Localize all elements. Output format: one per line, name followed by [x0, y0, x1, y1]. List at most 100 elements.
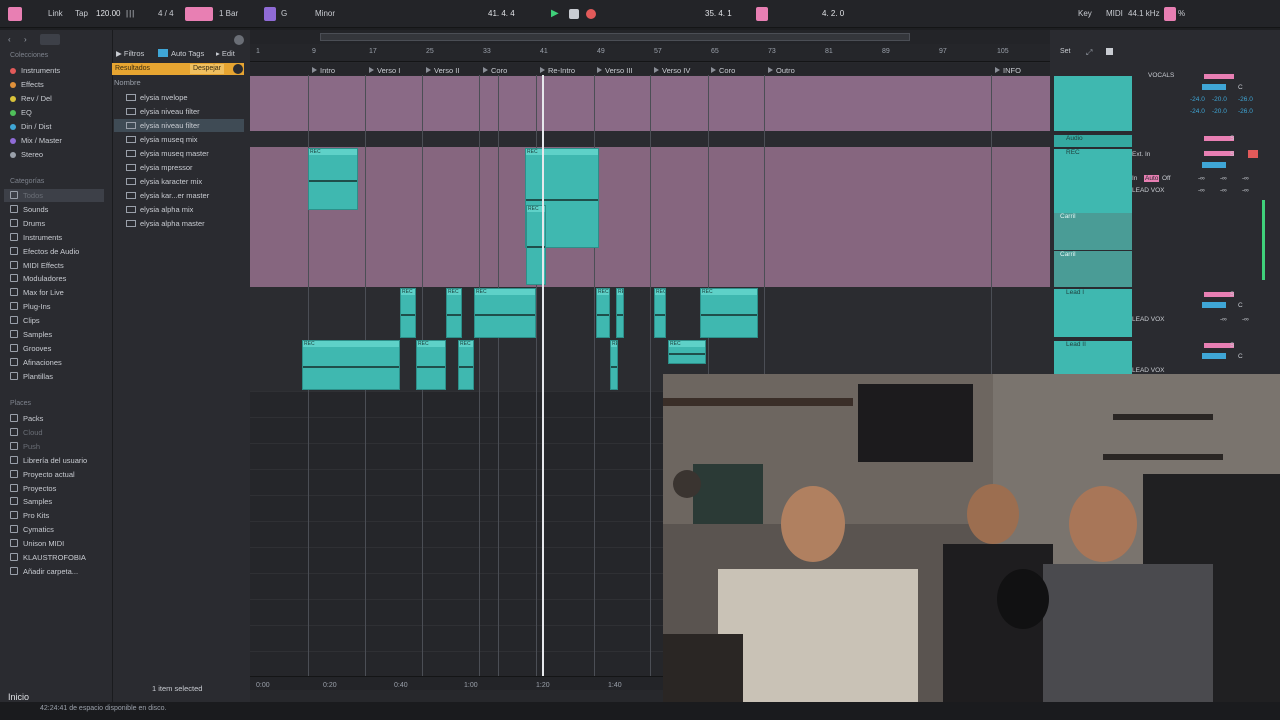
locator-marker[interactable]: Verso II — [426, 66, 459, 75]
collection-item[interactable]: Stereo — [10, 148, 110, 161]
pan-knob[interactable]: C — [1238, 353, 1243, 360]
stop-icon[interactable] — [569, 9, 579, 19]
place-item[interactable]: Packs — [10, 412, 110, 425]
scale-dropdown[interactable]: Minor — [315, 8, 335, 20]
place-item[interactable]: Proyectos — [10, 482, 110, 495]
lead-i-track-header[interactable]: Lead I — [1054, 289, 1132, 337]
locator-marker[interactable]: Outro — [768, 66, 795, 75]
scale-mode-icon[interactable] — [264, 7, 276, 21]
browser-file-item[interactable]: elysia niveau filter — [114, 105, 244, 118]
solo-button[interactable]: S — [1230, 291, 1234, 298]
audio-track-header[interactable]: Audio — [1054, 135, 1132, 147]
send-b[interactable]: -∞ — [1242, 316, 1249, 323]
place-item[interactable]: Proyecto actual — [10, 468, 110, 481]
category-item[interactable]: Afinaciones — [10, 356, 110, 369]
link-button[interactable]: Link — [48, 8, 63, 20]
category-item[interactable]: Efectos de Audio — [10, 245, 110, 258]
midi-map-button[interactable]: MIDI — [1106, 8, 1123, 20]
overview-strip[interactable] — [250, 30, 1050, 44]
lead-ii-track-header[interactable]: Lead II — [1054, 341, 1132, 375]
send-b[interactable]: -∞ — [1220, 187, 1227, 194]
metronome-icon[interactable]: ||| — [126, 8, 135, 20]
place-item[interactable]: KLAUSTROFOBIA — [10, 551, 110, 564]
rec-track-header[interactable]: REC — [1054, 149, 1132, 213]
song-position-field[interactable]: 41. 4. 4 — [488, 8, 515, 20]
audio-clip[interactable]: REC — [416, 340, 446, 390]
locator-marker[interactable]: Coro — [483, 66, 507, 75]
name-column-header[interactable]: Nombre — [114, 78, 141, 87]
place-item[interactable]: Cloud — [10, 426, 110, 439]
browser-file-item[interactable]: elysia museq master — [114, 147, 244, 160]
output-routing-dropdown[interactable]: LEAD VOX — [1132, 316, 1165, 323]
arm-record-button[interactable] — [1248, 150, 1258, 158]
audio-clip[interactable]: REC — [654, 288, 666, 338]
lock-icon[interactable] — [1106, 48, 1113, 55]
monitor-in-button[interactable]: In — [1132, 175, 1137, 182]
key-map-button[interactable]: Key — [1078, 8, 1092, 20]
category-item[interactable]: Sounds — [10, 203, 110, 216]
place-item[interactable]: Samples — [10, 495, 110, 508]
collection-item[interactable]: Instruments — [10, 64, 110, 77]
output-routing-dropdown[interactable]: LEAD VOX — [1132, 367, 1165, 374]
send-a[interactable]: -∞ — [1198, 175, 1205, 182]
send-c[interactable]: -∞ — [1242, 175, 1249, 182]
category-item[interactable]: Moduladores — [10, 272, 110, 285]
audio-clip[interactable]: REC — [474, 288, 536, 338]
output-routing-dropdown[interactable]: LEAD VOX — [1132, 187, 1165, 194]
audio-clip[interactable]: REC — [400, 288, 416, 338]
clear-results-button[interactable]: Despejar — [190, 64, 225, 74]
solo-button[interactable]: S — [1230, 151, 1234, 158]
send-a[interactable]: -∞ — [1198, 187, 1205, 194]
record-icon[interactable] — [586, 9, 596, 19]
vocals-group-track[interactable] — [1054, 76, 1132, 131]
audio-clip[interactable]: REC — [610, 340, 618, 390]
pan-knob[interactable]: C — [1238, 302, 1243, 309]
category-item[interactable]: Instruments — [10, 231, 110, 244]
solo-button[interactable]: S — [1230, 342, 1234, 349]
audio-clip[interactable]: REC — [308, 148, 358, 210]
quantize-dropdown[interactable]: 1 Bar — [219, 8, 238, 20]
loop-toggle-icon[interactable] — [756, 7, 768, 21]
browser-file-item[interactable]: elysia karacter mix — [114, 175, 244, 188]
place-item[interactable]: Pro Kits — [10, 509, 110, 522]
audio-clip[interactable]: REC — [446, 288, 462, 338]
browser-file-item[interactable]: elysia alpha mix — [114, 203, 244, 216]
playhead[interactable] — [542, 75, 544, 687]
set-button[interactable]: Set — [1060, 48, 1071, 55]
input-type-dropdown[interactable]: Ext. In — [1132, 151, 1150, 158]
tempo-field[interactable]: 120.00 — [96, 8, 120, 20]
monitor-auto-button[interactable]: Auto — [1144, 175, 1160, 182]
app-menu-icon[interactable] — [8, 7, 22, 21]
send-b[interactable]: -∞ — [1220, 175, 1227, 182]
search-field[interactable] — [40, 34, 60, 45]
audio-clip[interactable]: REC — [596, 288, 610, 338]
lane-1-header[interactable]: Carril — [1054, 213, 1132, 250]
collection-item[interactable]: Din / Dist — [10, 120, 110, 133]
place-item[interactable]: Unison MIDI — [10, 537, 110, 550]
category-item[interactable]: Grooves — [10, 342, 110, 355]
audio-clip[interactable]: REC — [668, 340, 706, 364]
browser-file-item[interactable]: elysia mpressor — [114, 161, 244, 174]
tap-button[interactable]: Tap — [75, 8, 88, 20]
locator-marker[interactable]: Intro — [312, 66, 335, 75]
back-icon[interactable]: ‹ — [8, 35, 11, 44]
locator-marker[interactable]: INFO — [995, 66, 1021, 75]
browser-file-item[interactable]: elysia museq mix — [114, 133, 244, 146]
locator-marker[interactable]: Verso IV — [654, 66, 690, 75]
collection-item[interactable]: Effects — [10, 78, 110, 91]
place-item[interactable]: Cymatics — [10, 523, 110, 536]
collection-item[interactable]: Mix / Master — [10, 134, 110, 147]
loop-length-field[interactable]: 4. 2. 0 — [822, 8, 844, 20]
locator-marker[interactable]: Verso III — [597, 66, 633, 75]
place-item[interactable]: Librería del usuario — [10, 454, 110, 467]
category-item[interactable]: Plug-Ins — [10, 300, 110, 313]
locator-marker[interactable]: Verso I — [369, 66, 400, 75]
category-item[interactable]: Plantillas — [10, 370, 110, 383]
monitor-off-button[interactable]: Off — [1162, 175, 1171, 182]
audio-clip[interactable]: REC — [458, 340, 474, 390]
record-quantize-toggle[interactable] — [185, 7, 213, 21]
pan-knob[interactable]: C — [1238, 84, 1243, 91]
expand-icon[interactable]: ⤢ — [1086, 48, 1092, 58]
audio-clip[interactable]: REC — [302, 340, 400, 390]
filters-button[interactable]: ▶ Filtros — [116, 49, 144, 58]
